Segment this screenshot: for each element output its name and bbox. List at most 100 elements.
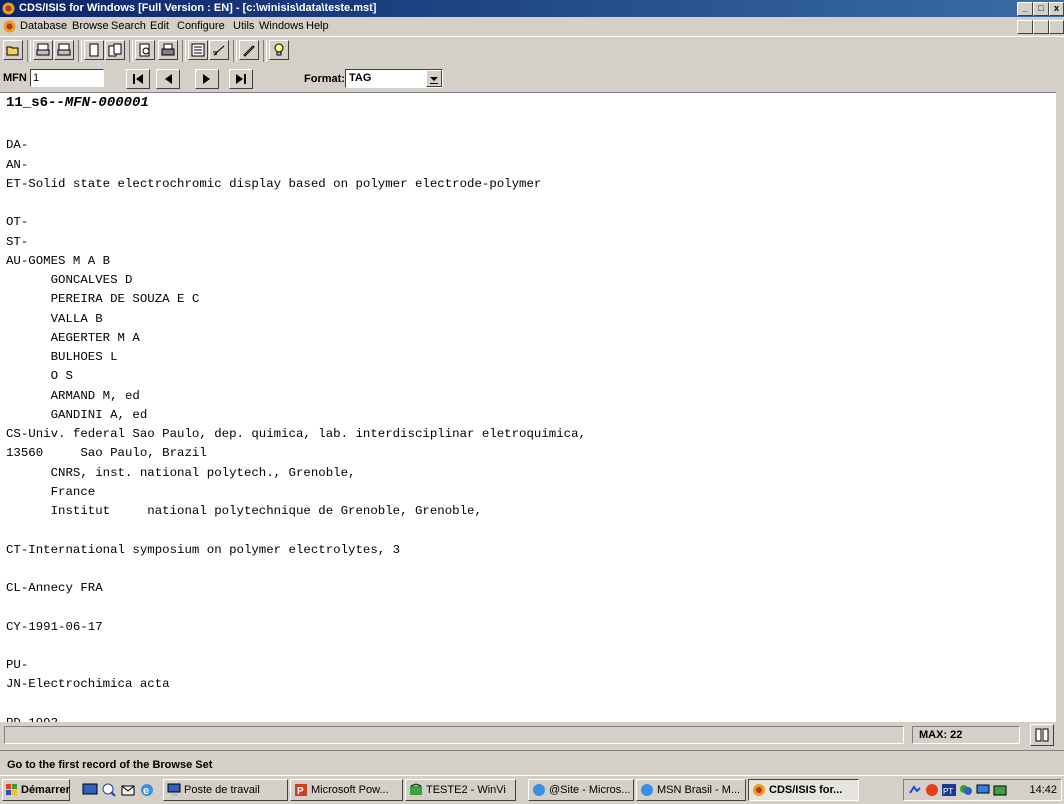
monitor-tray-icon[interactable]	[976, 783, 990, 797]
vertical-scrollbar[interactable]	[1056, 92, 1064, 722]
record-field-line: Institut national polytechnique de Greno…	[6, 504, 482, 518]
max-records-indicator: MAX: 22	[912, 726, 1020, 744]
windows-taskbar: Démarrer e Poste de travail P Microsoft …	[0, 775, 1064, 804]
record-field-line: GONCALVES D	[6, 273, 133, 287]
previous-record-button[interactable]	[156, 69, 180, 89]
show-desktop-icon[interactable]	[82, 782, 98, 798]
internet-explorer-icon[interactable]: e	[139, 782, 155, 798]
menu-help[interactable]: Help	[306, 17, 329, 36]
chevron-down-icon	[430, 77, 438, 84]
copy-record-button[interactable]	[105, 40, 125, 60]
record-field-line: AU-GOMES M A B	[6, 253, 111, 268]
next-record-icon	[203, 74, 210, 84]
close-button[interactable]: x	[1049, 2, 1064, 16]
first-record-icon	[133, 74, 143, 84]
format-dropdown-button[interactable]	[426, 70, 442, 87]
open-database-button[interactable]	[3, 40, 23, 60]
record-field-line: DA-	[6, 138, 29, 153]
hint-bar: Go to the first record of the Browse Set	[0, 750, 1064, 776]
task-cds-isis[interactable]: CDS/ISIS for...	[748, 779, 859, 801]
save-button[interactable]	[188, 40, 208, 60]
print-preview-button[interactable]	[135, 40, 155, 60]
network-tray-icon[interactable]	[908, 783, 922, 797]
status-message-field	[4, 726, 904, 744]
print-preview-icon	[139, 43, 150, 57]
print-rtf-button[interactable]	[54, 40, 74, 60]
start-label: Démarrer	[21, 784, 70, 796]
windows-flag-icon	[6, 784, 17, 795]
record-display-area[interactable]: 11_s6--MFN-000001 DA- AN- ET-Solid state e…	[0, 92, 1056, 723]
print-txt-button[interactable]	[33, 40, 53, 60]
task-msn-brasil[interactable]: MSN Brasil - M...	[636, 779, 746, 801]
record-field-line: AN-	[6, 157, 29, 172]
internet-explorer-icon	[641, 784, 653, 796]
print-button[interactable]	[158, 40, 178, 60]
toolbar-separator	[233, 40, 237, 62]
language-pt-icon[interactable]: PT	[942, 783, 956, 797]
blank-document-icon	[89, 43, 99, 57]
dictionary-button[interactable]	[1030, 724, 1054, 746]
svg-text:e: e	[143, 785, 149, 797]
task-microsoft-powerpoint[interactable]: P Microsoft Pow...	[290, 779, 403, 801]
toolbar-separator	[263, 40, 267, 62]
explorer-icon[interactable]	[101, 782, 117, 798]
last-record-button[interactable]	[229, 69, 253, 89]
start-button[interactable]: Démarrer	[2, 779, 70, 801]
menu-utils[interactable]: Utils	[233, 17, 254, 36]
first-record-button[interactable]	[126, 69, 150, 89]
record-header: 11_s6--MFN-000001	[6, 95, 149, 111]
clock: 14:42	[1029, 784, 1057, 796]
volume-tray-icon[interactable]	[993, 783, 1007, 797]
record-field-line: PU-	[6, 658, 29, 672]
record-db-prefix: 11_s6--	[6, 95, 65, 111]
menu-edit[interactable]: Edit	[150, 17, 169, 36]
computer-icon	[167, 783, 181, 796]
record-field-line: France	[6, 484, 96, 499]
messenger-tray-icon[interactable]	[959, 783, 973, 797]
menu-bar: Database Browse Search Edit Configure Ut…	[0, 17, 1064, 36]
hint-text: Go to the first record of the Browse Set	[7, 759, 213, 771]
powerpoint-icon: P	[295, 784, 307, 797]
system-tray: PT 14:42	[903, 779, 1062, 801]
record-field-line: ET-Solid state electrochromic display ba…	[6, 176, 542, 191]
maximize-button[interactable]: □	[1033, 2, 1049, 16]
record-field-line: ARMAND M, ed	[6, 388, 140, 403]
record-field-line: CS-Univ. federal Sao Paulo, dep. quimica…	[6, 427, 586, 441]
child-close-button[interactable]	[1049, 20, 1064, 34]
edit-pen-button[interactable]	[209, 40, 229, 60]
toolbar-separator	[78, 40, 82, 62]
menu-configure[interactable]: Configure	[177, 17, 225, 36]
printer-icon	[161, 43, 175, 56]
format-select[interactable]: TAG	[345, 69, 443, 88]
new-record-button[interactable]	[84, 40, 104, 60]
child-minimize-button[interactable]	[1017, 20, 1033, 34]
menu-database[interactable]: Database	[20, 17, 67, 36]
task-site-microsoft[interactable]: @Site - Micros...	[528, 779, 634, 801]
menu-search[interactable]: Search	[111, 17, 146, 36]
lightbulb-icon	[274, 43, 284, 56]
task-teste2-winvi[interactable]: TESTE2 - WinVi	[405, 779, 516, 801]
task-poste-de-travail[interactable]: Poste de travail	[163, 779, 288, 801]
record-field-line: JN-Electrochimica acta	[6, 677, 170, 692]
antivirus-tray-icon[interactable]	[925, 783, 939, 797]
record-navigation-bar: MFN 1 Format: TAG	[0, 66, 1064, 92]
record-field-line: VALLA B	[6, 311, 103, 326]
cds-isis-app-icon	[753, 784, 765, 796]
record-field-line: CY-1991-06-17	[6, 619, 103, 634]
document-system-menu-icon[interactable]	[3, 20, 16, 33]
menu-browse[interactable]: Browse	[72, 17, 109, 36]
help-button[interactable]	[269, 40, 289, 60]
minimize-button[interactable]: _	[1017, 2, 1033, 16]
open-folder-icon	[6, 46, 19, 56]
menu-windows[interactable]: Windows	[259, 17, 304, 36]
pen-icon	[213, 45, 225, 56]
form-icon	[191, 43, 205, 57]
next-record-button[interactable]	[195, 69, 219, 89]
pencil-button[interactable]	[239, 40, 259, 60]
outlook-icon[interactable]	[120, 782, 136, 798]
window-title: CDS/ISIS for Windows [Full Version : EN]…	[19, 2, 377, 14]
mfn-input[interactable]: 1	[30, 69, 104, 87]
record-field-line: CNRS, inst. national polytech., Grenoble…	[6, 465, 356, 480]
record-field-line: AEGERTER M A	[6, 330, 140, 345]
child-restore-button[interactable]	[1033, 20, 1049, 34]
